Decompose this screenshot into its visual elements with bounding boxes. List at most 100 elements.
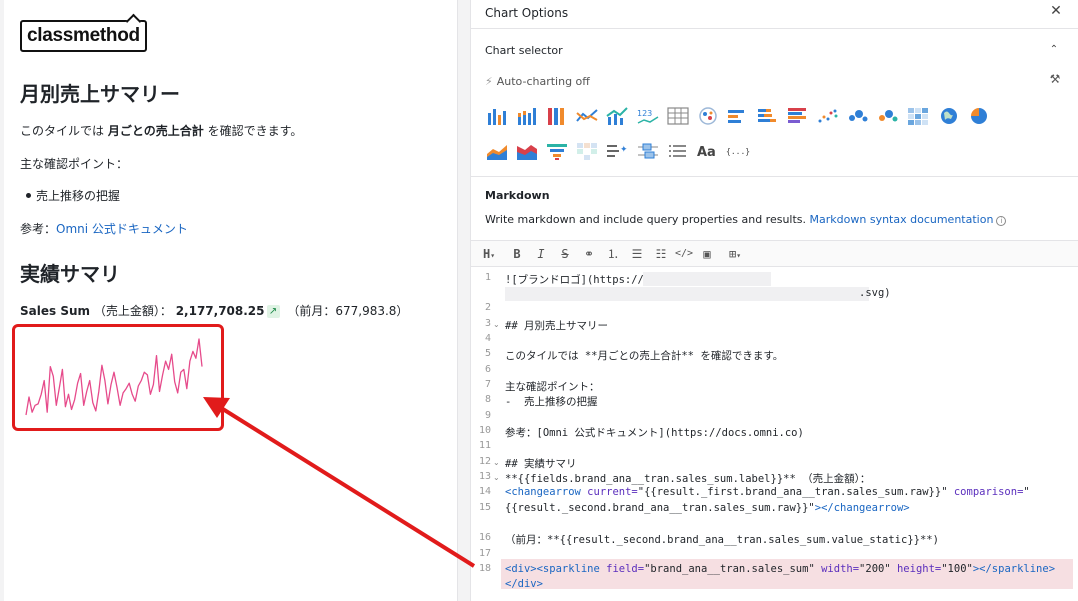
bullet-item: 売上推移の把握	[25, 189, 121, 203]
divider	[471, 28, 1078, 29]
auto-charting-toggle[interactable]: ⚡ Auto-charting off	[485, 75, 590, 88]
info-icon[interactable]: i	[996, 216, 1007, 226]
chevron-up-icon[interactable]: ⌃	[1047, 44, 1061, 58]
line-number: 5	[484, 348, 491, 359]
table-icon[interactable]: ⊞▾	[723, 245, 747, 263]
code-icon[interactable]: </>	[675, 245, 693, 263]
boxplot-icon[interactable]	[636, 140, 660, 162]
funnel-chart-icon[interactable]	[545, 140, 569, 162]
pivot-table-icon[interactable]	[575, 140, 599, 162]
single-value-icon[interactable]: 123	[636, 105, 660, 127]
fold-chevron-icon[interactable]: ⌄	[493, 473, 500, 482]
pie-scatter-icon[interactable]	[696, 105, 720, 127]
line-number: 14	[478, 486, 491, 497]
horizontal-bar-icon[interactable]	[726, 105, 750, 127]
heatmap-icon[interactable]	[906, 105, 930, 127]
fold-chevron-icon[interactable]: ⌄	[493, 320, 500, 329]
line-number: 16	[478, 532, 491, 543]
line-number: 9	[484, 410, 491, 421]
line-number: 11	[478, 440, 491, 451]
svg-text:{...}: {...}	[726, 147, 750, 156]
previous-month: （前月：677,983.8）	[287, 304, 409, 318]
magic-wand-icon[interactable]: ⚒	[1047, 72, 1063, 88]
line-number: 12	[478, 456, 491, 467]
line-number: 8	[484, 394, 491, 405]
map-icon[interactable]	[937, 105, 961, 127]
sales-sum-paren: （売上金額）：	[93, 304, 172, 318]
italic-icon[interactable]: I	[533, 245, 549, 263]
grouped-bar-chart-icon[interactable]	[545, 105, 569, 127]
line-number: 3	[484, 318, 491, 329]
close-icon[interactable]: ✕	[1047, 2, 1065, 20]
tile-preview: classmethod 月別売上サマリー このタイルでは 月ごとの売上合計 を確…	[4, 0, 458, 601]
code-line: </div>	[505, 578, 543, 590]
text-icon[interactable]: Aa	[696, 140, 720, 162]
checklist-icon[interactable]: ☷	[653, 245, 669, 263]
chart-options-panel: Chart Options ✕ Chart selector ⌃ ⚡ Auto-c…	[470, 0, 1078, 601]
bubble-chart-icon[interactable]	[846, 105, 870, 127]
stacked-bar-chart-icon[interactable]	[515, 105, 539, 127]
line-number: 17	[478, 548, 491, 559]
bullet-list-icon[interactable]: ☰	[629, 245, 645, 263]
code-line: 主な確認ポイント：	[505, 381, 600, 393]
heading-icon[interactable]: H▾	[479, 245, 499, 263]
markdown-description: Write markdown and include query propert…	[485, 213, 1007, 226]
code-line: ![ブランドロゴ](https://	[505, 274, 644, 286]
bolt-icon: ⚡	[485, 75, 493, 88]
code-line: - 売上推移の把握	[505, 396, 598, 408]
code-line: .svg)	[505, 287, 891, 299]
up-arrow-icon: ↗	[266, 305, 280, 318]
scatter-plot-icon[interactable]	[816, 105, 840, 127]
link-icon[interactable]: ⚭	[581, 245, 597, 263]
bar-chart-icon[interactable]	[485, 105, 509, 127]
code-line: 参考：[Omni 公式ドキュメント](https://docs.omni.co)	[505, 427, 804, 439]
code-line: （前月：**{{result._second.brand_ana__tran.s…	[505, 534, 939, 546]
ordered-list-icon[interactable]: ⒈	[605, 245, 621, 263]
list-icon[interactable]	[666, 140, 690, 162]
bubble-multi-icon[interactable]	[876, 105, 900, 127]
redacted-url	[643, 272, 771, 286]
stacked-area-chart-icon[interactable]	[515, 140, 539, 162]
omni-docs-link[interactable]: Omni 公式ドキュメント	[56, 222, 188, 236]
combo-chart-icon[interactable]	[605, 105, 629, 127]
strikethrough-icon[interactable]: S	[557, 245, 573, 263]
line-chart-icon[interactable]	[575, 105, 599, 127]
markdown-editor[interactable]: 1 ![ブランドロゴ](https:// .svg) 2 3 ⌄ ## 月別売上サマリー 4…	[471, 268, 1078, 601]
code-line: ## 月別売上サマリー	[505, 320, 608, 332]
sparkline-highlight-box	[12, 324, 224, 431]
fold-chevron-icon[interactable]: ⌄	[493, 458, 500, 467]
svg-text:Aa: Aa	[697, 145, 716, 160]
area-chart-icon[interactable]	[485, 140, 509, 162]
reference-line: 参考：Omni 公式ドキュメント	[20, 222, 188, 236]
markdown-docs-link[interactable]: Markdown syntax documentation	[810, 213, 994, 226]
code-icon[interactable]: {...}	[726, 140, 750, 162]
code-line: <changearrow current="{{result._first.br…	[505, 486, 1030, 498]
line-number: 2	[484, 302, 491, 313]
chart-selector-title: Chart selector	[485, 44, 563, 57]
stacked-horizontal-bar-icon[interactable]	[756, 105, 780, 127]
sales-sum-line: Sales Sum （売上金額）： 2,177,708.25 ↗ （前月：677,…	[20, 302, 408, 319]
code-line: ## 実績サマリ	[505, 458, 577, 470]
line-number: 15	[478, 502, 491, 513]
svg-text:123: 123	[637, 109, 652, 118]
line-number: 13	[478, 471, 491, 482]
line-number: 10	[478, 425, 491, 436]
line-number: 6	[484, 364, 491, 375]
code-line: <div><sparkline field="brand_ana__tran.s…	[505, 563, 1056, 575]
bold-icon[interactable]: B	[509, 245, 525, 263]
markdown-title: Markdown	[485, 189, 550, 202]
markdown-toolbar: H▾ B I S ⚭ ⒈ ☰ ☷ </> ▣ ⊞▾	[471, 240, 1078, 267]
line-number: 1	[484, 272, 491, 283]
line-number: 4	[484, 333, 491, 344]
image-icon[interactable]: ▣	[699, 245, 715, 263]
heading-monthly-sales: 月別売上サマリー	[20, 82, 180, 106]
sales-sum-value: 2,177,708.25	[175, 304, 265, 318]
sparkle-list-icon[interactable]: ✦	[605, 140, 629, 162]
pie-chart-icon[interactable]	[967, 105, 991, 127]
grouped-horizontal-bar-icon[interactable]	[786, 105, 810, 127]
divider	[471, 176, 1078, 177]
table-icon[interactable]	[666, 105, 690, 127]
panel-title: Chart Options	[485, 6, 569, 20]
sales-sum-label: Sales Sum	[20, 304, 91, 318]
line-number: 18	[478, 563, 491, 574]
